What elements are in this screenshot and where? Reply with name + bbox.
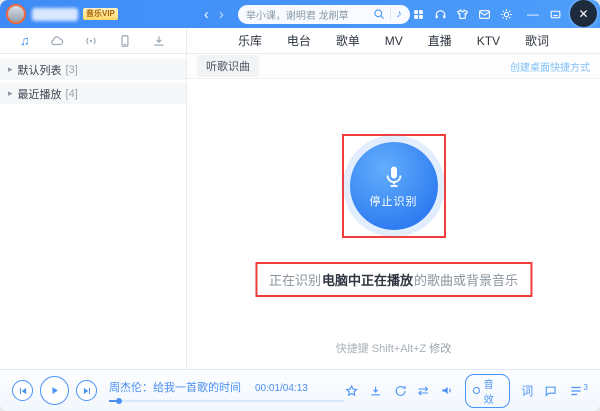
music-list-tab-icon[interactable]: ♫	[20, 34, 30, 47]
headset-service-icon[interactable]	[434, 8, 447, 21]
cloud-music-icon[interactable]	[50, 34, 64, 48]
status-text-post: 的歌曲或背景音乐	[414, 273, 518, 288]
stop-recognition-button[interactable]: 停止识别	[350, 142, 438, 230]
play-queue-button[interactable]: 3	[569, 384, 588, 398]
expand-caret-icon[interactable]: ▸	[8, 64, 13, 75]
window-buttons: —	[527, 8, 562, 21]
player-icon-group: ⇄ 音效 词 3	[345, 374, 588, 408]
sound-effect-icon	[473, 387, 480, 394]
progress-bar[interactable]	[109, 400, 345, 402]
progress-knob[interactable]	[116, 398, 122, 404]
title-bar: 音乐VIP ‹ › 举小课，谢明君 龙刷草 ♪ — ✕	[0, 0, 600, 28]
identify-music-icon[interactable]: ♪	[396, 9, 402, 20]
hotkey-label: 快捷键 Shift+Alt+Z	[336, 343, 426, 355]
sidebar-item-default-list[interactable]: ▸ 默认列表 [3]	[0, 59, 186, 80]
annotation-box-mic: 停止识别	[342, 134, 446, 238]
lyrics-button[interactable]: 词	[521, 382, 533, 399]
playlist-count: [4]	[66, 88, 78, 100]
device-phone-icon[interactable]	[118, 34, 132, 48]
minimize-button[interactable]: —	[527, 8, 539, 20]
topbar-icon-group	[412, 8, 513, 21]
secondary-bar: ♫ 乐库 电台 歌单 MV 直播 KTV 歌词	[0, 28, 600, 54]
playlist-label: 最近播放	[18, 86, 62, 102]
volume-icon[interactable]	[440, 383, 454, 398]
tab-live[interactable]: 直播	[428, 32, 452, 49]
tab-playlists[interactable]: 歌单	[336, 32, 360, 49]
close-icon: ✕	[578, 7, 588, 21]
play-order-icon[interactable]: ⇄	[418, 384, 429, 397]
skin-theme-icon[interactable]	[456, 8, 469, 21]
music-app-window: 音乐VIP ‹ › 举小课，谢明君 龙刷草 ♪ — ✕ ♫	[0, 0, 600, 411]
stop-recognition-label: 停止识别	[370, 193, 418, 209]
vip-badge[interactable]: 音乐VIP	[83, 8, 118, 20]
tab-lyrics[interactable]: 歌词	[525, 32, 549, 49]
tab-mv[interactable]: MV	[385, 34, 403, 48]
previous-icon	[18, 386, 28, 396]
tab-ktv[interactable]: KTV	[477, 34, 500, 48]
next-track-button[interactable]	[76, 380, 97, 401]
share-refresh-icon[interactable]	[394, 384, 407, 398]
download-manager-icon[interactable]	[152, 34, 166, 48]
search-input[interactable]: 举小课，谢明君 龙刷草	[246, 7, 374, 22]
download-song-icon[interactable]	[369, 384, 382, 398]
favorite-star-icon[interactable]	[345, 384, 358, 398]
play-icon	[49, 385, 60, 396]
settings-gear-icon[interactable]	[500, 8, 513, 21]
status-text-pre: 正在识别	[269, 273, 321, 288]
sound-effect-button[interactable]: 音效	[465, 374, 510, 408]
play-button[interactable]	[40, 376, 69, 405]
annotation-box-status: 正在识别电脑中正在播放的歌曲或背景音乐	[255, 262, 532, 297]
player-bar: 周杰伦：给我一首歌的时间 00:01/04:13 ⇄ 音效 词 3	[0, 369, 600, 411]
microphone-icon	[382, 163, 406, 190]
recognition-panel: 听歌识曲 创建桌面快捷方式 停止识别 正在识别电脑中正在播放的歌曲或背景音乐 快…	[187, 54, 600, 369]
tab-listen-recognize[interactable]: 听歌识曲	[197, 55, 259, 77]
playlist-label: 默认列表	[18, 62, 62, 78]
content-header: 听歌识曲 创建桌面快捷方式	[187, 54, 600, 79]
playlist-count: [3]	[66, 64, 78, 76]
create-desktop-shortcut-link[interactable]: 创建桌面快捷方式	[510, 59, 590, 74]
tab-music-library[interactable]: 乐库	[238, 32, 262, 49]
playback-time: 00:01/04:13	[255, 383, 308, 394]
expand-caret-icon[interactable]: ▸	[8, 88, 13, 99]
now-playing: 周杰伦：给我一首歌的时间 00:01/04:13	[109, 379, 345, 402]
user-avatar[interactable]	[6, 4, 26, 24]
sidebar: ▸ 默认列表 [3] ▸ 最近播放 [4]	[0, 54, 187, 369]
comment-icon[interactable]	[544, 384, 557, 398]
forward-button[interactable]: ›	[219, 7, 224, 22]
sidebar-item-recently-played[interactable]: ▸ 最近播放 [4]	[0, 83, 186, 104]
status-text-highlight: 电脑中正在播放	[322, 273, 413, 288]
search-divider	[390, 9, 391, 20]
sidebar-tab-icons: ♫	[0, 28, 187, 53]
username-blurred[interactable]	[32, 8, 78, 21]
close-button[interactable]: ✕	[570, 0, 597, 27]
back-button[interactable]: ‹	[204, 7, 209, 22]
search-icon[interactable]	[373, 8, 385, 20]
song-title[interactable]: 周杰伦：给我一首歌的时间	[109, 379, 241, 395]
radio-icon[interactable]	[84, 34, 98, 48]
search-box[interactable]: 举小课，谢明君 龙刷草 ♪	[238, 5, 410, 24]
mini-mode-button[interactable]	[549, 8, 562, 21]
main-area: ▸ 默认列表 [3] ▸ 最近播放 [4] 听歌识曲 创建桌面快捷方式 停止识别	[0, 54, 600, 369]
tab-radio[interactable]: 电台	[287, 32, 311, 49]
main-nav: 乐库 电台 歌单 MV 直播 KTV 歌词	[187, 28, 600, 53]
play-queue-icon	[569, 384, 583, 398]
play-queue-count: 3	[584, 383, 588, 392]
sound-effect-label: 音效	[484, 376, 503, 406]
hotkey-hint: 快捷键 Shift+Alt+Z 修改	[336, 340, 452, 356]
previous-track-button[interactable]	[12, 380, 33, 401]
next-icon	[82, 386, 92, 396]
hotkey-edit-link[interactable]: 修改	[429, 343, 451, 355]
message-icon[interactable]	[478, 8, 491, 21]
apps-grid-icon[interactable]	[412, 8, 425, 21]
